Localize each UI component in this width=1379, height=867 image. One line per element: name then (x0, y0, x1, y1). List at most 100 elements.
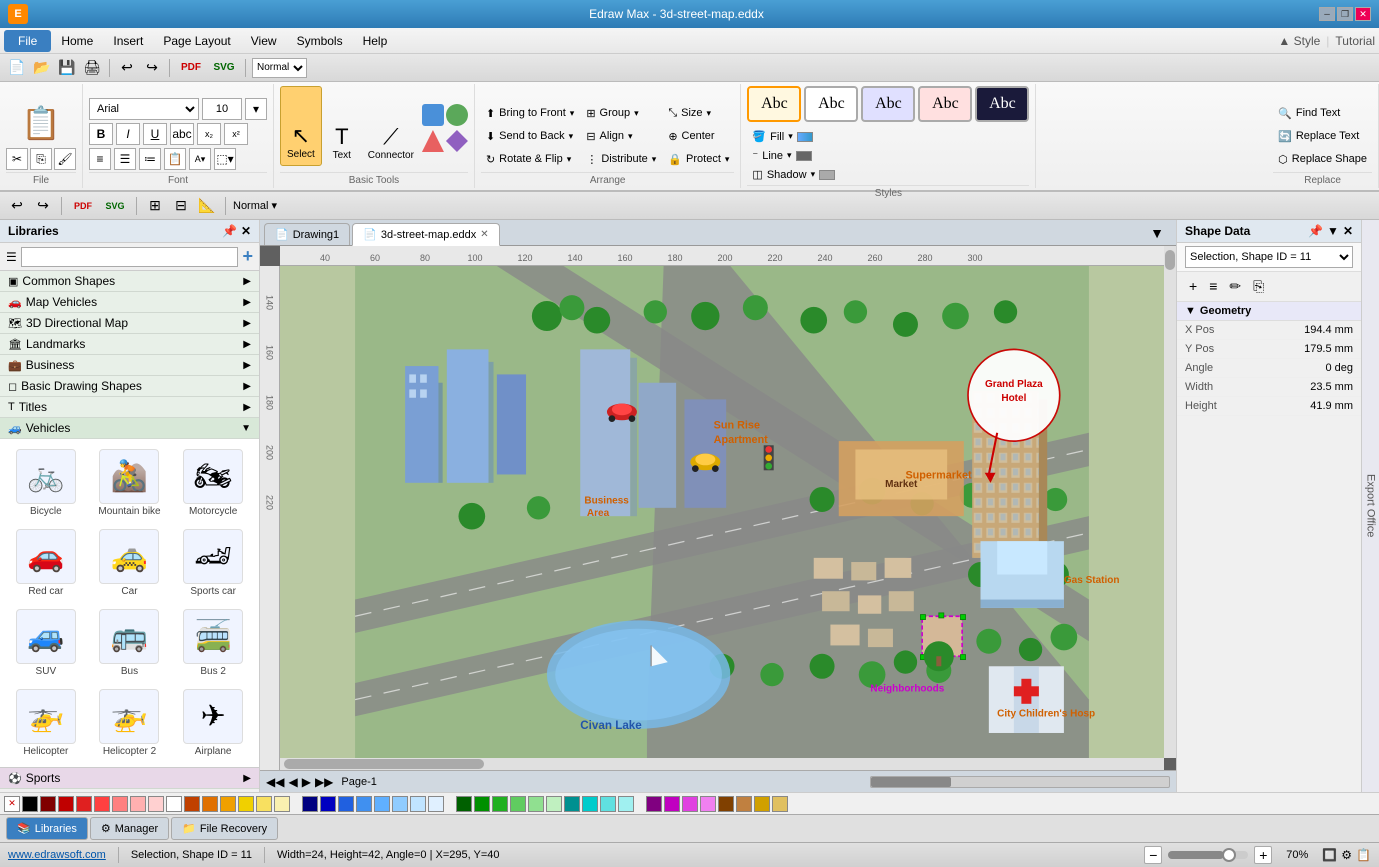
menu-file[interactable]: File (4, 30, 51, 52)
menu-insert[interactable]: Insert (103, 30, 153, 52)
style-preset-3[interactable]: Abc (861, 86, 915, 122)
font-size-dropdown[interactable]: ▾ (245, 98, 267, 120)
select-tool-button[interactable]: ↖ Select (280, 86, 322, 166)
size-button[interactable]: ⤡ Size ▾ (663, 102, 734, 124)
shape-data-dropdown[interactable]: Selection, Shape ID = 11 (1185, 246, 1353, 268)
website-url[interactable]: www.edrawsoft.com (8, 849, 106, 861)
color-medium-green[interactable] (510, 796, 526, 812)
replace-shape-button[interactable]: ⬡ Replace Shape (1273, 148, 1372, 170)
color-khaki[interactable] (772, 796, 788, 812)
color-pale-yellow[interactable] (274, 796, 290, 812)
font-size-input[interactable] (202, 98, 242, 120)
shape-airplane[interactable]: ✈ Airplane (173, 685, 253, 761)
color-green[interactable] (492, 796, 508, 812)
color-red2[interactable] (76, 796, 92, 812)
lib-category-common-shapes[interactable]: ▣ Common Shapes ▶ (0, 271, 259, 292)
connector-tool-button[interactable]: ⟋ Connector (362, 86, 420, 166)
horizontal-scrollbar[interactable] (280, 758, 1164, 770)
color-pale-green[interactable] (546, 796, 562, 812)
tab-collapse-button[interactable]: ▼ (1142, 225, 1172, 241)
format-painter[interactable]: 🖌 (54, 148, 76, 170)
color-very-pale-blue[interactable] (428, 796, 444, 812)
copy-button[interactable]: ⎘ (30, 148, 52, 170)
redo-button[interactable]: ↪ (141, 57, 163, 79)
lib-close-button[interactable]: ✕ (241, 224, 251, 238)
highlight-button[interactable]: ⬚▾ (214, 148, 236, 170)
subscript-button[interactable]: x₂ (197, 123, 221, 145)
zoom-out-button[interactable]: − (1144, 846, 1162, 864)
color-light-blue[interactable] (392, 796, 408, 812)
style-preset-2[interactable]: Abc (804, 86, 858, 122)
lib-category-landmarks[interactable]: 🏛 Landmarks ▶ (0, 334, 259, 355)
menu-page-layout[interactable]: Page Layout (153, 30, 240, 52)
color-light-green[interactable] (528, 796, 544, 812)
color-light-yellow[interactable] (256, 796, 272, 812)
color-amber[interactable] (220, 796, 236, 812)
align-center-button[interactable]: ☰ (114, 148, 136, 170)
style-preset-1[interactable]: Abc (747, 86, 801, 122)
color-orchid[interactable] (700, 796, 716, 812)
color-teal[interactable] (564, 796, 580, 812)
snap-toggle[interactable]: ⊟ (170, 195, 192, 217)
color-brown[interactable] (718, 796, 734, 812)
sd-pin-button[interactable]: 📌 (1308, 224, 1323, 238)
print-button[interactable]: 🖨 (81, 57, 103, 79)
close-button[interactable]: ✕ (1355, 7, 1371, 21)
color-dark-red[interactable] (40, 796, 56, 812)
menu-home[interactable]: Home (51, 30, 103, 52)
color-red3[interactable] (94, 796, 110, 812)
undo-button[interactable]: ↩ (116, 57, 138, 79)
view-options[interactable]: Normal (252, 58, 307, 78)
view-undo-btn[interactable]: ↩ (6, 195, 28, 217)
color-light-pink[interactable] (130, 796, 146, 812)
shape-sports-car[interactable]: 🏎 Sports car (173, 525, 253, 601)
style-link[interactable]: ▲ Style (1278, 34, 1320, 48)
bring-to-front-button[interactable]: ⬆ Bring to Front ▾ (481, 102, 579, 124)
nav-first-btn[interactable]: ◀◀ (266, 775, 284, 789)
shape-tool-1[interactable] (422, 104, 444, 126)
paste-button[interactable]: 📋 (6, 96, 76, 146)
lib-search-input[interactable] (21, 247, 239, 267)
fill-button[interactable]: 🪣 Fill ▾ (747, 128, 840, 145)
color-light-cyan[interactable] (600, 796, 616, 812)
color-dark-green[interactable] (456, 796, 472, 812)
color-gold[interactable] (754, 796, 770, 812)
text-color-button[interactable]: A▾ (189, 148, 211, 170)
zoom-in-button[interactable]: + (1254, 846, 1272, 864)
bold-button[interactable]: B (89, 123, 113, 145)
align-left-button[interactable]: ≡ (89, 148, 111, 170)
line-button[interactable]: ⁻ Line ▾ (747, 147, 840, 164)
shape-helicopter[interactable]: 🚁 Helicopter (6, 685, 86, 761)
cut-button[interactable]: ✂ (6, 148, 28, 170)
sd-copy-button[interactable]: ⎘ (1249, 276, 1268, 297)
color-magenta[interactable] (682, 796, 698, 812)
color-pale-cyan[interactable] (618, 796, 634, 812)
shape-bus2[interactable]: 🚎 Bus 2 (173, 605, 253, 681)
lib-category-drawing[interactable]: ◻ Basic Drawing Shapes ▶ (0, 376, 259, 397)
sd-expand-button[interactable]: ▼ (1327, 224, 1339, 238)
no-fill-swatch[interactable]: ✕ (4, 796, 20, 812)
shape-tool-4[interactable] (446, 130, 468, 152)
lib-category-vehicles[interactable]: 🚙 Vehicles ▼ (0, 418, 259, 439)
shape-helicopter2[interactable]: 🚁 Helicopter 2 (90, 685, 170, 761)
find-text-button[interactable]: 🔍 Find Text (1273, 102, 1372, 124)
lib-pin-button[interactable]: 📌 (222, 224, 237, 238)
protect-button[interactable]: 🔒 Protect ▾ (663, 148, 734, 170)
restore-button[interactable]: ❐ (1337, 7, 1353, 21)
color-red1[interactable] (58, 796, 74, 812)
tab-close-icon[interactable]: ✕ (480, 229, 488, 240)
distribute-button[interactable]: ⋮ Distribute ▾ (581, 148, 661, 170)
shape-red-car[interactable]: 🚗 Red car (6, 525, 86, 601)
color-yellow[interactable] (238, 796, 254, 812)
vertical-scrollbar[interactable] (1164, 246, 1176, 758)
lib-category-sports[interactable]: ⚽ Sports ▶ (0, 768, 259, 789)
style-preset-5[interactable]: Abc (975, 86, 1029, 122)
superscript-button[interactable]: x² (224, 123, 248, 145)
color-navy[interactable] (320, 796, 336, 812)
replace-text-button[interactable]: 🔄 Replace Text (1273, 125, 1372, 147)
zoom-slider[interactable] (1168, 851, 1248, 859)
shape-tool-3[interactable] (422, 130, 444, 152)
color-pale-blue[interactable] (410, 796, 426, 812)
color-medium-blue[interactable] (356, 796, 372, 812)
shadow-button[interactable]: ◫ Shadow ▾ (747, 166, 840, 183)
